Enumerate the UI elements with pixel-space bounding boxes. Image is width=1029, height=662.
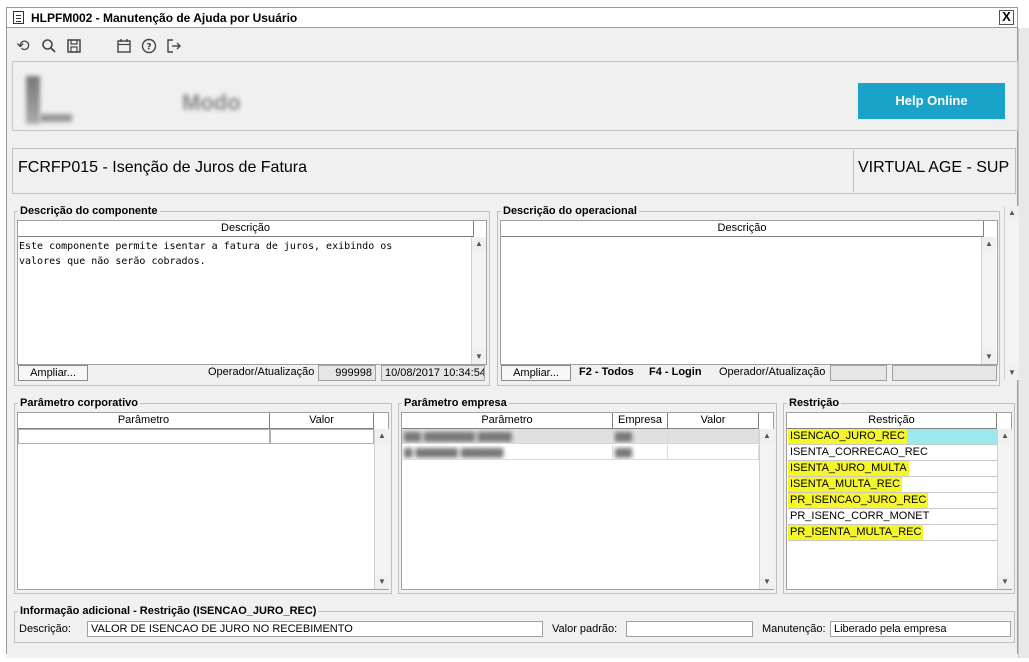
valor-padrao-field[interactable]: [626, 621, 753, 637]
column-header-parametro-emp[interactable]: Parâmetro: [402, 413, 613, 429]
component-title: FCRFP015 - Isenção de Juros de Fatura: [18, 159, 308, 176]
save-icon[interactable]: [65, 38, 83, 56]
descricao-field[interactable]: VALOR DE ISENCAO DE JURO NO RECEBIMENTO: [87, 621, 543, 637]
toolbar: ⟲ ?: [12, 34, 212, 60]
info-adicional-legend: Informação adicional - Restrição (ISENCA…: [20, 605, 317, 617]
restricao-row-label: PR_ISENC_CORR_MONET: [790, 510, 930, 522]
column-header-descricao[interactable]: Descrição: [18, 221, 474, 237]
manutencao-field[interactable]: Liberado pela empresa: [830, 621, 1011, 637]
param-corporativo-scrollbar[interactable]: ▲ ▼: [374, 429, 389, 589]
table-cell[interactable]: [668, 445, 759, 460]
table-row[interactable]: ▆ ▆▆▆▆▆ ▆▆▆▆▆: [402, 445, 613, 460]
table-cell[interactable]: ▆▆: [613, 445, 668, 460]
atualizacao-field: 10/08/2017 10:34:54: [381, 365, 485, 381]
column-header-restricao[interactable]: Restrição: [787, 413, 997, 429]
restricao-row-label: ISENTA_CORRECAO_REC: [790, 446, 928, 458]
f4-hint: F4 - Login: [649, 366, 702, 378]
operador-field-op: [830, 365, 887, 381]
user-logo: Modo: [182, 90, 241, 115]
atualizacao-field-op: [892, 365, 997, 381]
help-online-button[interactable]: Help Online: [858, 83, 1005, 119]
close-button[interactable]: X: [999, 10, 1014, 25]
svg-text:?: ?: [146, 43, 151, 53]
restricao-row[interactable]: ISENTA_CORRECAO_REC: [788, 445, 997, 461]
restricao-row-label: ISENTA_MULTA_REC: [788, 477, 903, 492]
restricao-row-label: PR_ISENCAO_JURO_REC: [788, 493, 929, 508]
undo-icon[interactable]: ⟲: [14, 38, 32, 56]
company-name: VIRTUAL AGE - SUP: [858, 159, 1010, 176]
restricao-row[interactable]: PR_ISENTA_MULTA_REC: [788, 525, 997, 541]
help-icon[interactable]: ?: [140, 38, 158, 56]
table-cell[interactable]: ▆▆: [613, 429, 668, 444]
ampliar-button-operacional[interactable]: Ampliar...: [501, 365, 571, 381]
desc-componente-text[interactable]: Este componente permite isentar a fatura…: [19, 239, 469, 269]
restricao-row[interactable]: PR_ISENC_CORR_MONET: [788, 509, 997, 525]
restricao-legend: Restrição: [789, 397, 840, 409]
document-icon: [13, 11, 24, 24]
calendar-icon[interactable]: [115, 38, 133, 56]
desc-operacional-grid[interactable]: [500, 220, 998, 365]
ampliar-button-componente[interactable]: Ampliar...: [18, 365, 88, 381]
window-scrollbar[interactable]: [1018, 28, 1029, 658]
restricao-row-label: ISENTA_JURO_MULTA: [788, 461, 909, 476]
column-header-empresa[interactable]: Empresa: [613, 413, 668, 429]
divider: [853, 150, 854, 192]
valor-padrao-label: Valor padrão:: [552, 623, 618, 635]
desc-componente-legend: Descrição do componente: [20, 205, 158, 217]
operador-label-op: Operador/Atualização: [719, 366, 826, 378]
descricao-label: Descrição:: [19, 623, 71, 635]
restricao-row-label: ISENCAO_JURO_REC: [788, 429, 907, 444]
window-title: HLPFM002 - Manutenção de Ajuda por Usuár…: [31, 11, 298, 25]
bottom-edge: [6, 654, 1018, 658]
window-titlebar: HLPFM002 - Manutenção de Ajuda por Usuár…: [6, 7, 1018, 28]
column-header-descricao-op[interactable]: Descrição: [501, 221, 984, 237]
desc-componente-scrollbar[interactable]: ▲ ▼: [471, 237, 486, 364]
desc-operacional-legend: Descrição do operacional: [503, 205, 637, 217]
restricao-row[interactable]: ISENTA_JURO_MULTA: [788, 461, 997, 477]
param-empresa-legend: Parâmetro empresa: [404, 397, 507, 409]
restricao-row-label: PR_ISENTA_MULTA_REC: [788, 525, 924, 540]
company-logo-text: [40, 114, 72, 122]
restricao-scrollbar[interactable]: ▲ ▼: [997, 429, 1012, 589]
table-cell[interactable]: [668, 429, 759, 444]
desc-operacional-scrollbar[interactable]: ▲ ▼: [981, 237, 996, 364]
param-corporativo-legend: Parâmetro corporativo: [20, 397, 138, 409]
operador-label: Operador/Atualização: [208, 366, 315, 378]
table-cell[interactable]: [18, 429, 270, 444]
column-header-parametro[interactable]: Parâmetro: [18, 413, 270, 429]
search-icon[interactable]: [40, 38, 58, 56]
restricao-row[interactable]: ISENCAO_JURO_REC: [788, 429, 997, 445]
column-header-valor-emp[interactable]: Valor: [668, 413, 759, 429]
manutencao-label: Manutenção:: [762, 623, 826, 635]
f2-hint: F2 - Todos: [579, 366, 634, 378]
table-row[interactable]: ▆▆ ▆▆▆▆▆▆ ▆▆▆▆: [402, 429, 613, 444]
exit-icon[interactable]: [165, 38, 183, 56]
panel-scrollbar[interactable]: ▲ ▼: [1004, 206, 1019, 380]
restricao-row[interactable]: PR_ISENCAO_JURO_REC: [788, 493, 997, 509]
restricao-row[interactable]: ISENTA_MULTA_REC: [788, 477, 997, 493]
operador-field: 999998: [318, 365, 376, 381]
column-header-valor[interactable]: Valor: [270, 413, 374, 429]
company-logo: [26, 76, 40, 124]
param-empresa-scrollbar[interactable]: ▲ ▼: [759, 429, 774, 589]
table-cell[interactable]: [270, 429, 374, 444]
